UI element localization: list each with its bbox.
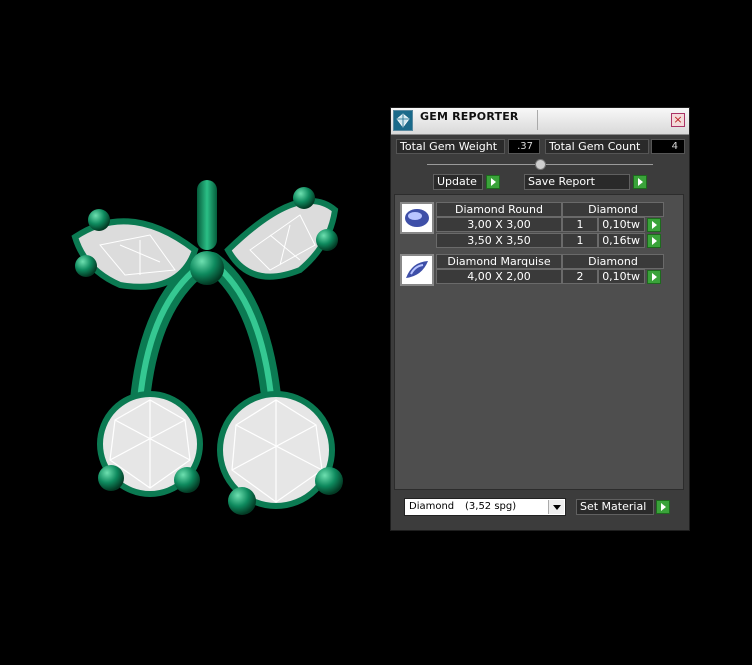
row-go-icon[interactable] [647,270,661,284]
material-select-name: Diamond [409,501,455,512]
update-button[interactable]: Update [433,174,483,190]
count-cell: 2 [562,269,598,284]
marquise-gem-icon [400,254,434,286]
close-icon: × [673,113,683,126]
update-go-icon[interactable] [486,175,500,189]
cherry-pendant-model [71,180,343,515]
save-report-button-label: Save Report [528,175,595,188]
size-cell: 4,00 X 2,00 [436,269,562,284]
set-material-go-icon[interactable] [656,500,670,514]
gem-list: Diamond Round Diamond 3,00 X 3,00 1 0,10… [394,194,684,490]
set-material-button[interactable]: Set Material [576,499,654,515]
save-report-go-icon[interactable] [633,175,647,189]
weight-cell: 0,10tw [598,217,645,232]
count-cell: 1 [562,233,598,248]
round-gem-icon [400,202,434,234]
size-cell: 3,50 X 3,50 [436,233,562,248]
material-header: Diamond [562,202,664,217]
save-report-button[interactable]: Save Report [524,174,630,190]
update-button-label: Update [437,175,477,188]
total-gem-count-value: 4 [651,139,685,154]
chevron-down-icon[interactable] [548,500,564,514]
row-go-icon[interactable] [647,234,661,248]
weight-cell: 0,16tw [598,233,645,248]
row-go-icon[interactable] [647,218,661,232]
title-bar[interactable]: GEM REPORTER × [391,108,689,135]
total-gem-weight-value: .37 [508,139,540,154]
gem-reporter-panel: GEM REPORTER × Total Gem Weight .37 Tota… [390,107,690,531]
gem-group: Diamond Round Diamond 3,00 X 3,00 1 0,10… [400,202,664,252]
set-material-button-label: Set Material [580,500,647,513]
panel-splitter-handle[interactable] [535,159,546,170]
size-cell: 3,00 X 3,00 [436,217,562,232]
material-header: Diamond [562,254,664,269]
total-gem-weight-label: Total Gem Weight [396,139,505,154]
count-cell: 1 [562,217,598,232]
gem-type-header: Diamond Round [436,202,562,217]
material-select-spg: (3,52 spg) [465,501,517,512]
material-select[interactable]: Diamond (3,52 spg) [404,498,566,516]
weight-cell: 0,10tw [598,269,645,284]
total-gem-count-label: Total Gem Count [545,139,649,154]
gem-type-header: Diamond Marquise [436,254,562,269]
gem-group: Diamond Marquise Diamond 4,00 X 2,00 2 0… [400,254,664,288]
gem-reporter-icon [393,110,413,131]
title-separator [537,110,538,130]
window-title: GEM REPORTER [420,110,519,123]
close-button[interactable]: × [671,113,685,127]
viewport[interactable] [0,0,390,661]
